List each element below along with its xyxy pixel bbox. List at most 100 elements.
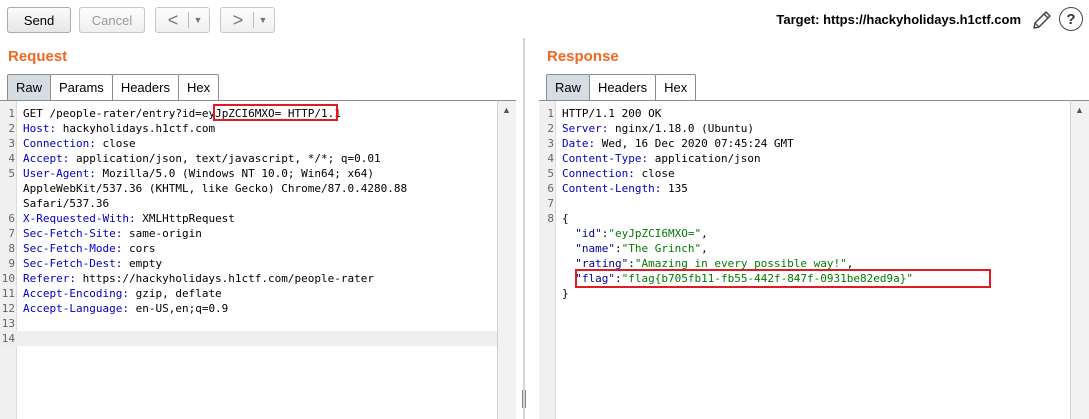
tab-headers[interactable]: Headers [111, 74, 179, 100]
request-scrollbar[interactable]: ▲ [497, 100, 516, 419]
code-line: 1 HTTP/1.1 200 OK [539, 106, 1070, 121]
cancel-button[interactable]: Cancel [79, 7, 145, 33]
text-segment: gzip, deflate [128, 287, 222, 300]
button-separator [253, 12, 254, 28]
response-tabs: Raw Headers Hex [546, 74, 697, 100]
line-content: Sec-Fetch-Site: same-origin [23, 226, 202, 241]
line-content: Accept: application/json, text/javascrip… [23, 151, 381, 166]
line-number: 2 [8, 122, 15, 135]
text-segment: 135 [661, 182, 688, 195]
text-segment: Wed, 16 Dec 2020 07:45:24 GMT [595, 137, 794, 150]
code-line: 6 X-Requested-With: XMLHttpRequest [0, 211, 497, 226]
back-button[interactable]: < ▼ [155, 7, 210, 33]
line-content: HTTP/1.1 200 OK [562, 106, 661, 121]
line-number: 9 [8, 257, 15, 270]
text-segment: AppleWebKit/537.36 (KHTML, like Gecko) C… [23, 182, 408, 195]
line-number: 2 [547, 122, 554, 135]
request-pane: Request Raw Params Headers Hex 1 GET /peo… [0, 40, 516, 419]
text-segment: application/json [648, 152, 761, 165]
line-number: 1 [547, 107, 554, 120]
response-pane: Response Raw Headers Hex 1 HTTP/1.1 200 O… [539, 40, 1089, 419]
response-scrollbar[interactable]: ▲ [1070, 100, 1089, 419]
code-line: 7 Sec-Fetch-Site: same-origin [0, 226, 497, 241]
line-number: 4 [547, 152, 554, 165]
tab-headers[interactable]: Headers [589, 74, 657, 100]
line-content: Accept-Encoding: gzip, deflate [23, 286, 222, 301]
help-icon[interactable]: ? [1059, 7, 1083, 31]
chevron-left-icon: < [167, 10, 179, 30]
code-line: 2 Host: hackyholidays.h1ctf.com [0, 121, 497, 136]
text-segment: , [701, 227, 708, 240]
line-content: Connection: close [562, 166, 675, 181]
tab-raw[interactable]: Raw [546, 74, 591, 100]
header-key: "id" [575, 227, 602, 240]
dropdown-icon[interactable]: ▼ [256, 15, 270, 25]
tab-raw[interactable]: Raw [7, 74, 52, 100]
text-segment: https://hackyholidays.h1ctf.com/people-r… [75, 272, 374, 285]
line-content: Content-Length: 135 [562, 181, 688, 196]
line-content: Content-Type: application/json [562, 151, 761, 166]
line-content: "rating":"Amazing in every possible way!… [562, 256, 853, 271]
text-segment: Mozilla/5.0 (Windows NT 10.0; Win64; x64… [95, 167, 375, 180]
text-segment: { [562, 212, 569, 225]
tab-hex[interactable]: Hex [655, 74, 697, 100]
line-content: } [562, 286, 569, 301]
scroll-up-icon[interactable]: ▲ [1075, 105, 1084, 115]
line-content: "id":"eyJpZCI6MXO=", [562, 226, 708, 241]
line-content: Referer: https://hackyholidays.h1ctf.com… [23, 271, 374, 286]
line-content: AppleWebKit/537.36 (KHTML, like Gecko) C… [23, 181, 407, 196]
code-line: 8 Sec-Fetch-Mode: cors [0, 241, 497, 256]
response-title: Response [547, 48, 619, 65]
line-content: { [562, 211, 569, 226]
line-number: 4 [8, 152, 15, 165]
code-line: "flag":"flag{b705fb11-fb55-442f-847f-093… [539, 271, 1070, 286]
line-content: Host: hackyholidays.h1ctf.com [23, 121, 215, 136]
request-title: Request [8, 48, 68, 65]
line-content: Sec-Fetch-Mode: cors [23, 241, 155, 256]
header-key: Accept: [23, 152, 70, 165]
line-content: "name":"The Grinch", [562, 241, 707, 256]
divider-grip-handle[interactable] [522, 390, 526, 408]
text-segment: en-US,en;q=0.9 [128, 302, 229, 315]
line-content: Server: nginx/1.18.0 (Ubuntu) [562, 121, 754, 136]
request-editor[interactable]: 1 GET /people-rater/entry?id=eyJpZCI6MXO=… [0, 100, 497, 419]
code-line: Safari/537.36 [0, 196, 497, 211]
line-number: 7 [547, 197, 554, 210]
json-value: "Amazing in every possible way!" [634, 257, 847, 270]
line-number: 12 [1, 302, 15, 315]
header-key: Content-Length: [562, 182, 662, 195]
button-separator [188, 12, 189, 28]
code-line: 4 Accept: application/json, text/javascri… [0, 151, 497, 166]
header-key: "name" [575, 242, 615, 255]
tab-params[interactable]: Params [50, 74, 113, 100]
line-number: 5 [547, 167, 554, 180]
line-content: User-Agent: Mozilla/5.0 (Windows NT 10.0… [23, 166, 374, 181]
scroll-up-icon[interactable]: ▲ [502, 105, 511, 115]
toolbar: Send Cancel < ▼ > ▼ Target: https://hack… [0, 0, 1089, 40]
pencil-icon[interactable] [1030, 8, 1054, 32]
header-key: Server: [562, 122, 609, 135]
pane-divider[interactable] [516, 38, 539, 419]
header-key: Referer: [23, 272, 76, 285]
line-content: "flag":"flag{b705fb11-fb55-442f-847f-093… [562, 271, 913, 286]
forward-button[interactable]: > ▼ [220, 7, 275, 33]
text-segment: application/json, text/javascript, */*; … [69, 152, 381, 165]
code-line: 3 Date: Wed, 16 Dec 2020 07:45:24 GMT [539, 136, 1070, 151]
text-segment: } [562, 287, 569, 300]
response-editor[interactable]: 1 HTTP/1.1 200 OK 2 Server: nginx/1.18.0 (U… [539, 100, 1070, 419]
header-key: Date: [562, 137, 596, 150]
text-segment: same-origin [122, 227, 202, 240]
send-button[interactable]: Send [7, 7, 71, 33]
dropdown-icon[interactable]: ▼ [191, 15, 205, 25]
request-text[interactable]: 1 GET /people-rater/entry?id=eyJpZCI6MXO=… [0, 106, 497, 346]
line-number: 6 [547, 182, 554, 195]
code-line: 7 [539, 196, 1070, 211]
code-line: 5 Connection: close [539, 166, 1070, 181]
tab-hex[interactable]: Hex [177, 74, 220, 100]
line-number: 6 [8, 212, 15, 225]
text-segment: Safari/537.36 [23, 197, 110, 210]
header-key: Sec-Fetch-Dest: [23, 257, 123, 270]
text-segment: close [634, 167, 675, 180]
response-text[interactable]: 1 HTTP/1.1 200 OK 2 Server: nginx/1.18.0 (U… [539, 106, 1070, 301]
target-label: Target: https://hackyholidays.h1ctf.com [776, 12, 1021, 27]
